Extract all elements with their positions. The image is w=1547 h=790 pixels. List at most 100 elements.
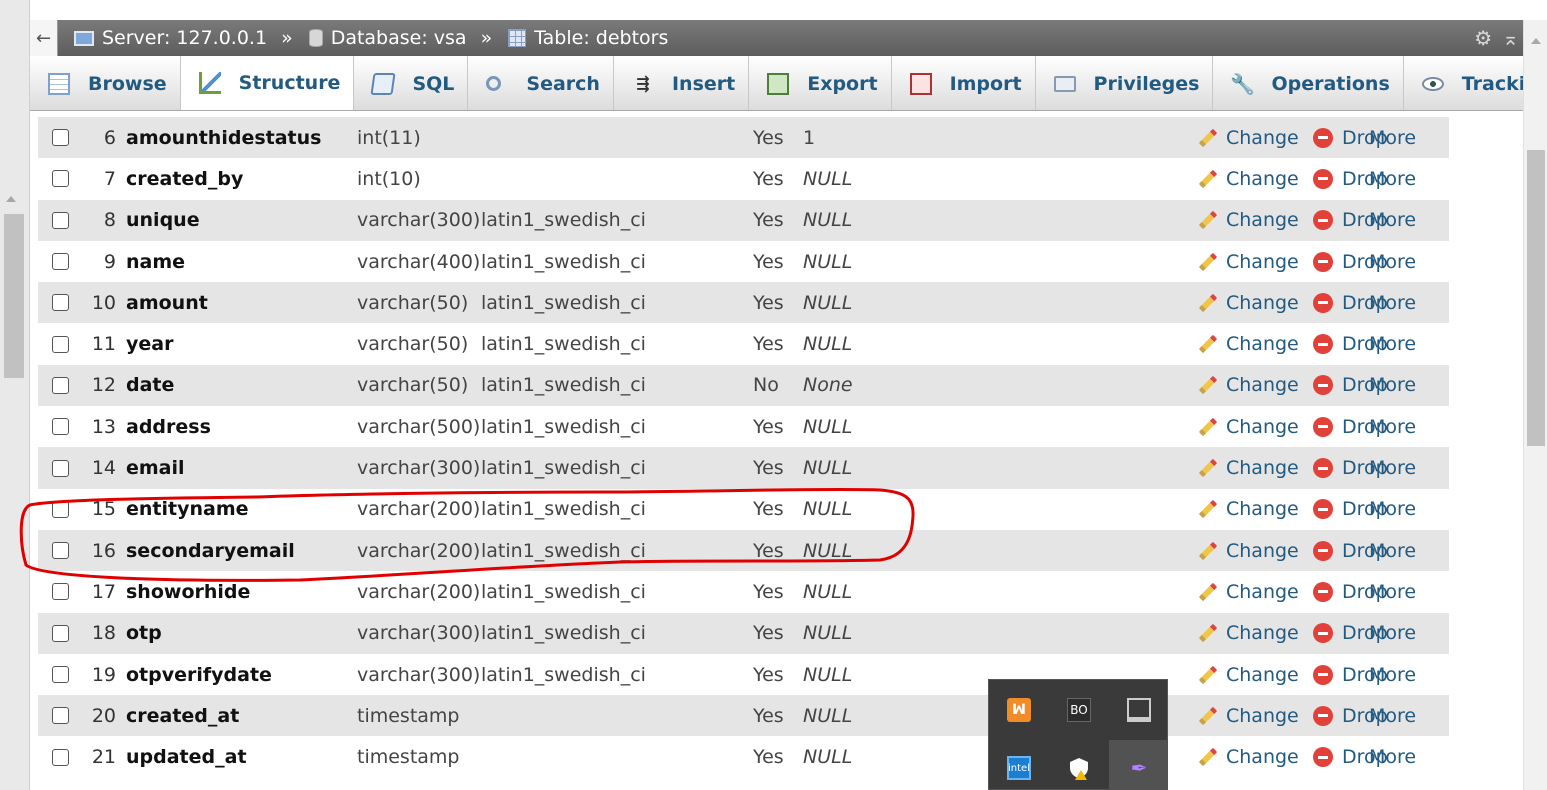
tab-browse[interactable]: Browse xyxy=(30,56,181,110)
more-link[interactable]: More xyxy=(1369,292,1416,314)
row-checkbox[interactable] xyxy=(52,707,69,725)
intel-icon[interactable]: intel xyxy=(1007,756,1031,780)
table-row: 15 entityname varchar(200) latin1_swedish_c… xyxy=(38,488,1449,530)
more-link[interactable]: More xyxy=(1369,498,1416,520)
scroll-up-arrow-icon[interactable] xyxy=(6,196,16,202)
change-link[interactable]: Change xyxy=(1196,209,1299,231)
row-checkbox[interactable] xyxy=(52,335,69,353)
breadcrumb-table[interactable]: Table: debtors xyxy=(508,27,668,49)
gear-icon[interactable]: ⚙ xyxy=(1474,26,1492,50)
more-link[interactable]: More xyxy=(1369,746,1416,768)
column-null: Yes xyxy=(753,209,784,232)
bo-icon[interactable]: BO xyxy=(1067,698,1091,722)
breadcrumb-server-label[interactable]: Server: 127.0.0.1 xyxy=(102,27,267,49)
more-link[interactable]: More xyxy=(1369,416,1416,438)
more-link[interactable]: More xyxy=(1369,374,1416,396)
column-collation: latin1_swedish_ci xyxy=(481,663,646,686)
change-label: Change xyxy=(1226,622,1299,645)
breadcrumb-server[interactable]: Server: 127.0.0.1 xyxy=(74,27,267,49)
breadcrumb-database[interactable]: Database: vsa xyxy=(308,27,467,49)
change-link[interactable]: Change xyxy=(1196,540,1299,562)
security-warning-icon[interactable] xyxy=(1067,756,1091,780)
more-link[interactable]: More xyxy=(1369,581,1416,603)
more-link[interactable]: More xyxy=(1369,540,1416,562)
change-link[interactable]: Change xyxy=(1196,168,1299,190)
row-checkbox[interactable] xyxy=(52,583,69,601)
row-checkbox[interactable] xyxy=(52,459,69,477)
change-link[interactable]: Change xyxy=(1196,498,1299,520)
more-link[interactable]: More xyxy=(1369,457,1416,479)
pencil-icon xyxy=(1196,333,1218,355)
operations-icon: 🔧 xyxy=(1230,71,1255,96)
more-link[interactable]: More xyxy=(1369,127,1416,149)
change-link[interactable]: Change xyxy=(1196,251,1299,273)
more-link[interactable]: More xyxy=(1369,168,1416,190)
row-checkbox[interactable] xyxy=(52,666,69,683)
tab-search[interactable]: Search xyxy=(468,56,614,110)
collapse-top-icon[interactable]: ⌅ xyxy=(1502,26,1519,50)
tab-import[interactable]: Import xyxy=(892,56,1036,110)
sql-icon xyxy=(370,72,396,95)
change-link[interactable]: Change xyxy=(1196,581,1299,603)
column-null: Yes xyxy=(753,622,784,645)
row-checkbox[interactable] xyxy=(52,211,69,229)
row-checkbox[interactable] xyxy=(52,253,69,271)
tab-operations[interactable]: 🔧 Operations xyxy=(1213,56,1404,110)
pencil-icon xyxy=(1196,540,1218,562)
pencil-icon xyxy=(1196,664,1218,686)
column-name: unique xyxy=(126,209,200,232)
change-link[interactable]: Change xyxy=(1196,705,1299,727)
change-label: Change xyxy=(1226,580,1299,603)
change-link[interactable]: Change xyxy=(1196,746,1299,768)
change-link[interactable]: Change xyxy=(1196,292,1299,314)
left-scrollbar-thumb[interactable] xyxy=(4,214,24,378)
breadcrumb-database-label[interactable]: Database: vsa xyxy=(331,27,467,49)
collapse-nav-button[interactable]: ← xyxy=(30,20,58,56)
tab-sql[interactable]: SQL xyxy=(354,56,469,110)
scroll-up-arrow-icon[interactable] xyxy=(1531,38,1541,44)
tab-export[interactable]: Export xyxy=(749,56,892,110)
row-checkbox[interactable] xyxy=(52,748,69,766)
breadcrumb-table-label[interactable]: Table: debtors xyxy=(534,27,668,49)
table-row: 13 address varchar(500) latin1_swedish_ci Ye… xyxy=(38,406,1449,448)
tab-insert[interactable]: ⇶ Insert xyxy=(614,56,750,110)
tab-privileges[interactable]: Privileges xyxy=(1036,56,1214,110)
change-link[interactable]: Change xyxy=(1196,622,1299,644)
pen-icon[interactable]: ✒ xyxy=(1127,756,1151,780)
column-number: 6 xyxy=(103,126,116,149)
export-icon xyxy=(767,72,790,95)
column-number: 15 xyxy=(91,498,116,521)
change-link[interactable]: Change xyxy=(1196,127,1299,149)
row-checkbox[interactable] xyxy=(52,418,69,436)
xampp-icon[interactable]: ꟽ xyxy=(1007,698,1031,722)
more-link[interactable]: More xyxy=(1369,622,1416,644)
right-scrollbar-thumb[interactable] xyxy=(1527,150,1545,446)
more-link[interactable]: More xyxy=(1369,251,1416,273)
change-link[interactable]: Change xyxy=(1196,374,1299,396)
change-link[interactable]: Change xyxy=(1196,416,1299,438)
change-link[interactable]: Change xyxy=(1196,457,1299,479)
right-scrollbar[interactable] xyxy=(1523,20,1547,790)
more-link[interactable]: More xyxy=(1369,705,1416,727)
column-name: showorhide xyxy=(126,580,251,603)
tab-tracking[interactable]: Tracking xyxy=(1404,56,1523,110)
display-icon[interactable] xyxy=(1127,698,1151,722)
change-link[interactable]: Change xyxy=(1196,333,1299,355)
more-link[interactable]: More xyxy=(1369,209,1416,231)
row-checkbox[interactable] xyxy=(52,294,69,312)
column-null: Yes xyxy=(753,663,784,686)
breadcrumb-separator: » xyxy=(480,27,493,49)
row-checkbox[interactable] xyxy=(52,170,69,188)
change-label: Change xyxy=(1226,746,1299,769)
row-checkbox[interactable] xyxy=(52,624,69,642)
row-checkbox[interactable] xyxy=(52,129,69,147)
more-link[interactable]: More xyxy=(1369,333,1416,355)
row-checkbox[interactable] xyxy=(52,500,69,518)
topbar-controls: ⚙ ⌅ xyxy=(1474,26,1523,50)
tab-structure[interactable]: Structure xyxy=(180,56,355,110)
more-link[interactable]: More xyxy=(1369,664,1416,686)
row-checkbox[interactable] xyxy=(52,542,69,560)
row-checkbox[interactable] xyxy=(52,376,69,394)
change-link[interactable]: Change xyxy=(1196,664,1299,686)
column-type: varchar(50) xyxy=(357,374,469,397)
